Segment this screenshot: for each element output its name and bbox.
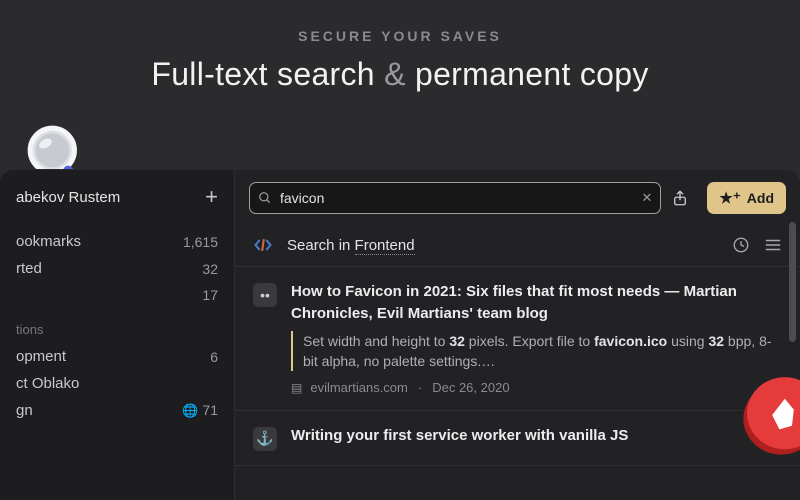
sidebar-item-count: 🌐71: [182, 402, 218, 419]
sidebar-item-count: 6: [210, 349, 218, 365]
result-card[interactable]: •• How to Favicon in 2021: Six files tha…: [235, 267, 800, 411]
search-query-text: favicon: [280, 190, 634, 206]
search-scope[interactable]: Frontend: [355, 237, 415, 255]
hero-headline-b: permanent copy: [415, 56, 649, 92]
result-date: Dec 26, 2020: [432, 379, 509, 398]
share-button[interactable]: [671, 188, 697, 208]
result-title: How to Favicon in 2021: Six files that f…: [291, 281, 782, 325]
result-title: Writing your first service worker with v…: [291, 425, 782, 447]
result-meta: ▤ evilmartians.com Dec 26, 2020: [291, 379, 782, 398]
result-card[interactable]: ⚓ Writing your first service worker with…: [235, 411, 800, 466]
sidebar-group-label: tions: [0, 308, 218, 343]
result-favicon: ••: [253, 283, 277, 307]
star-plus-icon: ★⁺: [719, 189, 740, 207]
sidebar-item[interactable]: rted 32: [0, 255, 218, 282]
add-button[interactable]: ★⁺ Add: [707, 182, 786, 214]
sidebar-item[interactable]: ct Oblako: [0, 370, 218, 397]
recent-sort-icon[interactable]: [732, 236, 750, 254]
hero-headline-a: Full-text search: [151, 56, 375, 92]
context-bar: Search in Frontend: [235, 226, 800, 266]
hero-eyebrow: SECURE YOUR SAVES: [0, 28, 800, 44]
sidebar-item-count: 1,615: [183, 234, 218, 250]
app-window: abekov Rustem + ookmarks 1,615 rted 32 1…: [0, 170, 800, 500]
toolbar: favicon ✕ ★⁺ Add: [235, 170, 800, 226]
add-collection-button[interactable]: +: [205, 184, 218, 210]
search-context-label[interactable]: Search in Frontend: [287, 237, 718, 254]
sidebar-item[interactable]: ookmarks 1,615: [0, 228, 218, 255]
results-list: •• How to Favicon in 2021: Six files tha…: [235, 266, 800, 500]
sidebar-item-label: gn: [16, 402, 33, 419]
clear-search-button[interactable]: ✕: [642, 190, 653, 206]
scrollbar[interactable]: [789, 222, 797, 500]
sidebar-item[interactable]: 17: [0, 282, 218, 308]
sidebar-item-label: ct Oblako: [16, 375, 79, 392]
sidebar-user-name[interactable]: abekov Rustem: [16, 189, 120, 206]
result-snippet: Set width and height to 32 pixels. Expor…: [291, 331, 782, 372]
search-input[interactable]: favicon ✕: [249, 182, 661, 214]
sidebar-item-label: ookmarks: [16, 233, 81, 250]
hero-headline-amp: &: [384, 56, 406, 92]
sidebar-item-label: rted: [16, 260, 42, 277]
sidebar: abekov Rustem + ookmarks 1,615 rted 32 1…: [0, 170, 234, 500]
globe-icon: 🌐: [182, 403, 198, 418]
code-icon: [253, 237, 273, 253]
view-mode-icon[interactable]: [764, 238, 782, 252]
scrollbar-thumb[interactable]: [789, 222, 796, 342]
sidebar-item[interactable]: gn 🌐71: [0, 397, 218, 424]
main-panel: favicon ✕ ★⁺ Add Search in Frontend: [234, 170, 800, 500]
permanent-copy-icon: ▤: [291, 380, 302, 397]
sidebar-item-label: opment: [16, 348, 66, 365]
add-button-label: Add: [747, 190, 774, 206]
hero-headline: Full-text search & permanent copy: [0, 56, 800, 93]
search-icon: [258, 191, 272, 205]
result-favicon: ⚓: [253, 427, 277, 451]
sidebar-item-count: 32: [202, 261, 218, 277]
sidebar-item-count: 17: [202, 287, 218, 303]
result-domain: evilmartians.com: [310, 379, 408, 398]
sidebar-item[interactable]: opment 6: [0, 343, 218, 370]
